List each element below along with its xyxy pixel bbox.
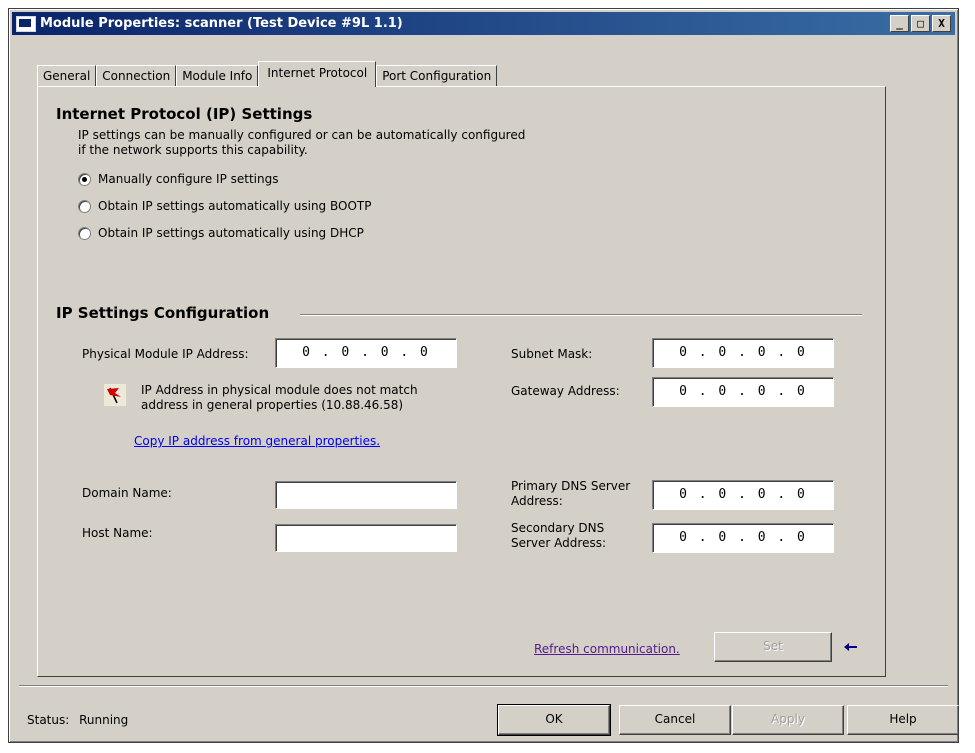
tab-strip: General Connection Module Info Internet … [37,61,498,87]
window-app-icon [16,16,36,32]
close-button[interactable]: X [932,15,951,32]
tab-internet-protocol[interactable]: Internet Protocol [258,61,377,87]
help-button[interactable]: Help [847,705,959,735]
tab-module-info[interactable]: Module Info [176,65,259,86]
radio-button-bootp[interactable] [78,199,91,213]
cancel-button[interactable]: Cancel [619,705,731,735]
maximize-button[interactable]: □ [911,15,930,32]
copy-ip-link[interactable]: Copy IP address from general properties. [134,434,380,448]
refresh-communication-link[interactable]: Refresh communication. [534,642,680,656]
warning-line1: IP Address in physical module does not m… [141,383,418,397]
gateway-field[interactable]: 0 . 0 . 0 . 0 [652,377,834,407]
domain-name-field[interactable] [275,481,457,509]
set-button[interactable]: Set [714,632,832,662]
internet-protocol-panel: Internet Protocol (IP) Settings IP setti… [37,86,886,677]
status-bar: Status: Running [27,713,128,727]
subnet-mask-field[interactable]: 0 . 0 . 0 . 0 [652,338,834,368]
radio-label-bootp: Obtain IP settings automatically using B… [98,199,372,213]
warning-line2: address in general properties (10.88.46.… [141,398,404,412]
module-properties-window: Module Properties: scanner (Test Device … [8,8,959,743]
left-arrow-icon [844,643,857,651]
tab-general[interactable]: General [37,65,97,86]
radio-label-manual: Manually configure IP settings [98,172,279,186]
minimize-button[interactable]: _ [890,15,909,32]
title-bar[interactable]: Module Properties: scanner (Test Device … [12,12,955,35]
secondary-dns-label-line2: Server Address: [511,536,606,550]
status-value: Running [79,713,129,727]
radio-label-dhcp: Obtain IP settings automatically using D… [98,226,364,240]
radio-button-manual[interactable] [78,172,91,186]
primary-dns-label-line2: Address: [511,494,563,508]
host-name-field[interactable] [275,524,457,552]
subnet-mask-label: Subnet Mask: [511,347,593,361]
ip-description-line1: IP settings can be manually configured o… [78,128,526,142]
radio-button-dhcp[interactable] [78,226,91,240]
tab-connection[interactable]: Connection [96,65,177,86]
window-title: Module Properties: scanner (Test Device … [40,16,403,31]
host-name-label: Host Name: [82,526,153,540]
radio-manual[interactable]: Manually configure IP settings [78,172,279,186]
warning-flag-icon [104,384,126,406]
domain-name-label: Domain Name: [82,486,172,500]
status-label: Status: [27,713,70,727]
primary-dns-field[interactable]: 0 . 0 . 0 . 0 [652,480,834,510]
ip-config-title: IP Settings Configuration [56,304,270,322]
ok-button[interactable]: OK [497,704,611,736]
window-controls: _ □ X [890,15,951,32]
primary-dns-label-line1: Primary DNS Server [511,479,631,493]
secondary-dns-field[interactable]: 0 . 0 . 0 . 0 [652,523,834,553]
secondary-dns-label-line1: Secondary DNS [511,521,605,535]
apply-button[interactable]: Apply [732,705,844,735]
section-divider [300,314,862,316]
ip-settings-title: Internet Protocol (IP) Settings [56,105,313,123]
physical-ip-field[interactable]: 0 . 0 . 0 . 0 [275,338,457,368]
gateway-label: Gateway Address: [511,384,620,398]
footer-divider [19,685,948,687]
tab-port-configuration[interactable]: Port Configuration [376,65,498,86]
radio-bootp[interactable]: Obtain IP settings automatically using B… [78,199,371,213]
ip-description-line2: if the network supports this capability. [78,143,308,157]
radio-dhcp[interactable]: Obtain IP settings automatically using D… [78,226,364,240]
physical-ip-label: Physical Module IP Address: [82,347,249,361]
